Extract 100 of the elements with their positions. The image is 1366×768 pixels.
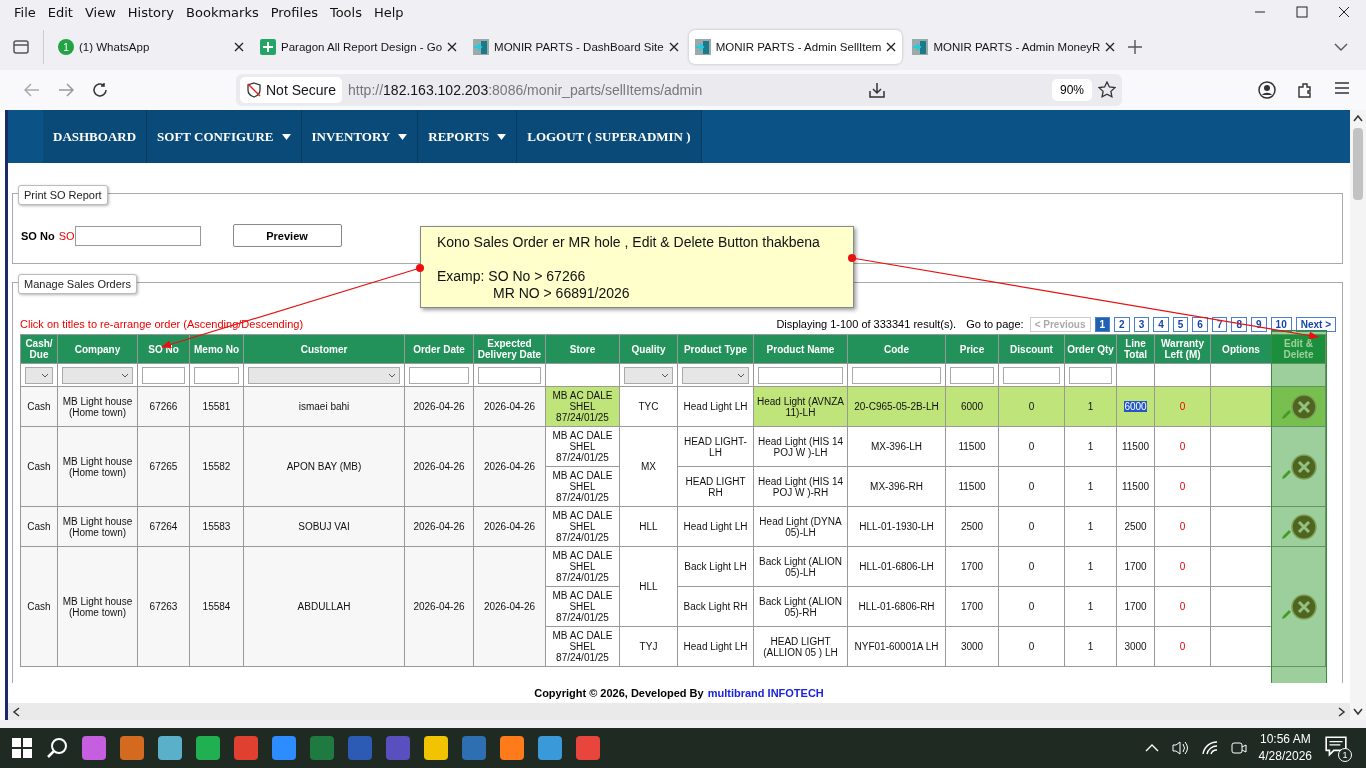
filter-field[interactable] (758, 366, 843, 384)
nav-menu-item[interactable]: INVENTORY (301, 110, 419, 163)
column-header[interactable]: Price (945, 334, 999, 364)
clock-time[interactable]: 10:56 AM (1259, 731, 1311, 748)
search-icon[interactable] (46, 737, 68, 759)
page-button[interactable]: 10 (1270, 316, 1292, 332)
filter-field[interactable] (1069, 366, 1112, 384)
column-header[interactable]: Options (1210, 334, 1272, 364)
scroll-right-icon[interactable] (1338, 706, 1346, 717)
close-icon[interactable] (1338, 6, 1350, 18)
close-icon[interactable] (668, 42, 679, 52)
column-header[interactable]: Order Date (404, 334, 474, 364)
menu-item[interactable]: Tools (323, 4, 368, 20)
page-button[interactable]: 1 (1094, 316, 1111, 332)
preview-button[interactable]: Preview (232, 224, 342, 247)
column-header[interactable]: Product Name (753, 334, 848, 364)
delete-icon[interactable] (1290, 453, 1317, 480)
column-header[interactable]: Company (57, 334, 138, 364)
column-header[interactable]: Warranty Left (M) (1154, 334, 1211, 364)
taskbar-app-icon[interactable] (234, 736, 258, 760)
chevron-down-icon[interactable] (1334, 43, 1348, 51)
account-icon[interactable] (1258, 81, 1276, 99)
column-header[interactable]: Customer (243, 334, 405, 364)
developer-link[interactable]: multibrand INFOTECH (707, 687, 824, 699)
camera-icon[interactable] (1230, 740, 1247, 756)
column-header[interactable]: Store (545, 334, 620, 364)
filter-dropdown[interactable] (62, 366, 133, 384)
scroll-up-icon[interactable] (1353, 114, 1363, 122)
nav-menu-item[interactable]: SOFT CONFIGURE (147, 110, 302, 163)
clock-date[interactable]: 4/28/2026 (1258, 748, 1312, 765)
menu-icon[interactable] (1334, 81, 1350, 95)
browser-tab[interactable]: MONIR PARTS - Admin SellItem (688, 30, 903, 64)
page-button[interactable]: 3 (1133, 316, 1150, 332)
column-header[interactable]: Line Total (1116, 334, 1155, 364)
filter-field[interactable] (478, 366, 541, 384)
scroll-down-icon[interactable] (1353, 708, 1363, 716)
filter-field[interactable] (852, 366, 941, 384)
taskbar-app-icon[interactable] (462, 736, 486, 760)
column-header[interactable]: Discount (998, 334, 1065, 364)
page-button[interactable]: 4 (1153, 316, 1169, 332)
filter-dropdown[interactable] (624, 366, 673, 384)
filter-field[interactable] (1003, 366, 1060, 384)
chevron-up-icon[interactable] (1144, 744, 1159, 752)
extensions-icon[interactable] (1296, 81, 1314, 99)
so-number-field[interactable] (74, 225, 201, 246)
delete-icon[interactable] (1290, 513, 1317, 540)
filter-field[interactable] (950, 366, 994, 384)
column-header[interactable]: Memo No (189, 334, 244, 364)
filter-dropdown[interactable] (25, 366, 53, 384)
column-header[interactable]: Product Type (677, 334, 754, 364)
filter-dropdown[interactable] (682, 366, 749, 384)
menu-item[interactable]: Help (367, 4, 410, 20)
taskbar-app-icon[interactable] (386, 736, 410, 760)
wifi-icon[interactable] (1200, 740, 1219, 756)
taskbar-app-icon[interactable] (120, 736, 144, 760)
menu-item[interactable]: File (8, 4, 42, 20)
filter-field[interactable] (142, 366, 185, 384)
tab-list-icon[interactable] (12, 38, 30, 56)
horizontal-scrollbar[interactable] (8, 703, 1350, 720)
reload-icon[interactable] (92, 82, 108, 98)
close-icon[interactable] (1105, 42, 1116, 52)
delete-icon[interactable] (1290, 593, 1317, 620)
menu-item[interactable]: View (78, 4, 122, 20)
menu-item[interactable]: Edit (41, 4, 79, 20)
filter-field[interactable] (194, 366, 239, 384)
menu-item[interactable]: History (121, 4, 181, 20)
address-bar[interactable]: Not Secure http://182.163.102.203:8086/monir_parts/sellItems/admin 90% (236, 74, 1122, 106)
taskbar-app-icon[interactable] (348, 736, 372, 760)
column-header[interactable]: Code (847, 334, 946, 364)
column-header[interactable]: Order Qty (1064, 334, 1117, 364)
page-button[interactable]: 9 (1251, 316, 1267, 332)
column-header[interactable]: Quality (619, 334, 678, 364)
page-button[interactable]: 5 (1172, 316, 1189, 332)
security-indicator[interactable]: Not Secure (240, 77, 343, 103)
windows-start-icon[interactable] (12, 738, 32, 758)
column-header[interactable]: Cash/ Due (20, 334, 58, 364)
taskbar-app-icon[interactable] (158, 736, 182, 760)
browser-tab[interactable]: Paragon All Report Design - Go (254, 30, 464, 64)
taskbar-app-icon[interactable] (272, 736, 296, 760)
taskbar-app-icon[interactable] (196, 736, 220, 760)
column-header[interactable]: Expected Delivery Date (473, 334, 546, 364)
filter-field[interactable] (409, 366, 469, 384)
nav-menu-item[interactable]: LOGOUT ( SUPERADMIN ) (517, 110, 702, 163)
close-icon[interactable] (447, 42, 458, 52)
scrollbar-thumb[interactable] (1353, 128, 1363, 200)
forward-icon[interactable] (58, 83, 74, 97)
volume-icon[interactable] (1170, 740, 1189, 756)
page-button[interactable]: 6 (1192, 316, 1208, 332)
maximize-icon[interactable] (1296, 6, 1308, 18)
filter-dropdown[interactable] (248, 366, 400, 384)
page-button[interactable]: 8 (1231, 316, 1247, 332)
taskbar-app-icon[interactable] (82, 736, 106, 760)
scroll-left-icon[interactable] (12, 706, 20, 717)
new-tab-icon[interactable] (1128, 40, 1143, 54)
back-icon[interactable] (24, 83, 40, 97)
close-icon[interactable] (886, 42, 897, 52)
download-icon[interactable] (868, 81, 887, 99)
taskbar-app-icon[interactable] (538, 736, 562, 760)
nav-menu-item[interactable]: REPORTS (418, 110, 518, 163)
zoom-level[interactable]: 90% (1051, 79, 1092, 101)
